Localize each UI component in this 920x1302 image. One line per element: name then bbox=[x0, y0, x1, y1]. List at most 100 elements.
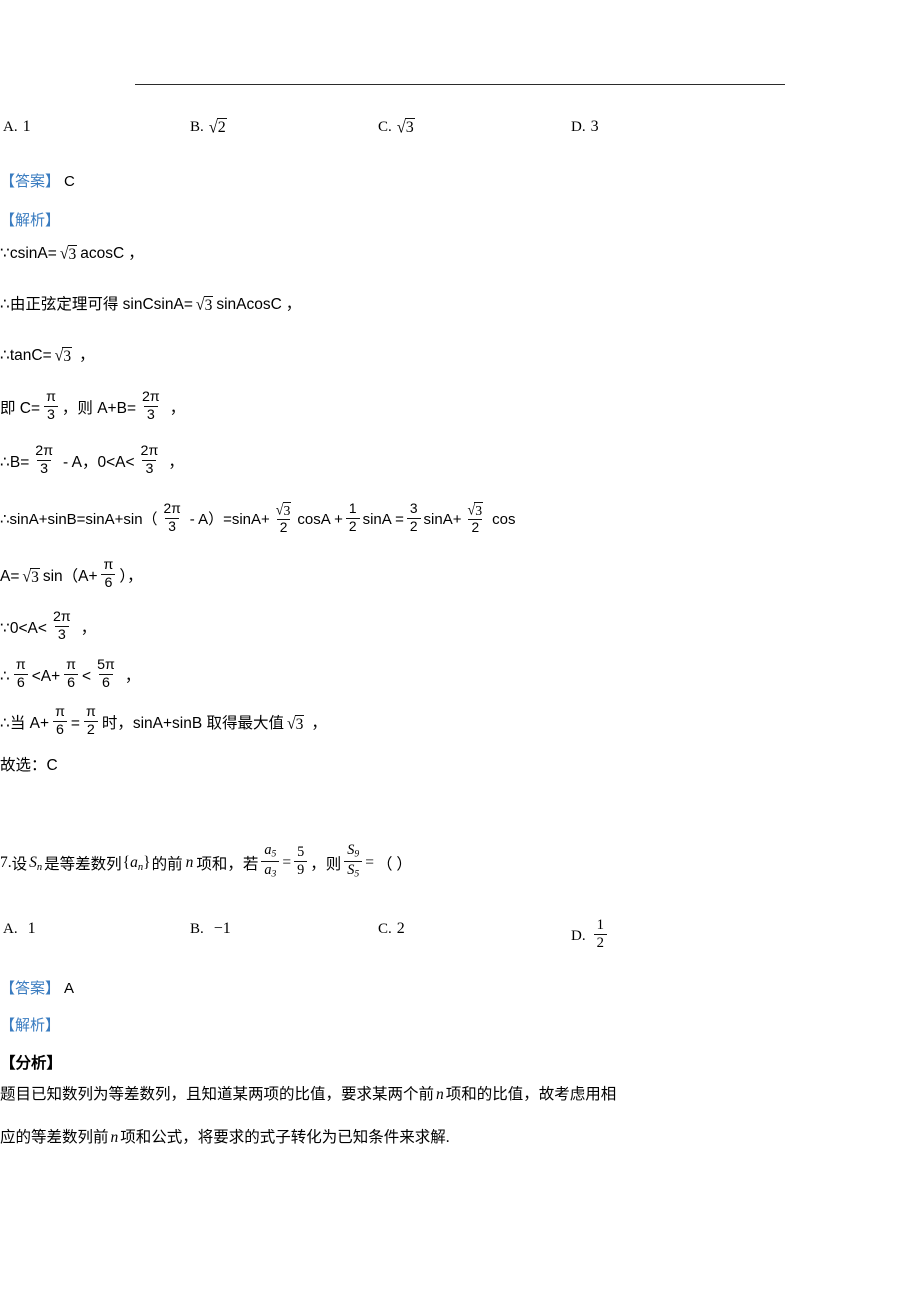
fraction-numerator: S9 bbox=[347, 841, 360, 860]
sqrt3-expression: √ 3 bbox=[59, 244, 78, 263]
question7-number: 7. bbox=[0, 854, 12, 872]
fraction-denominator: 3 bbox=[142, 459, 157, 477]
stem-text-c: 的前 bbox=[151, 856, 183, 874]
question7-answer-line: 【答案】 A bbox=[0, 977, 74, 998]
symbol-n: n bbox=[436, 1086, 444, 1103]
fraction-numerator: 2π bbox=[52, 608, 71, 625]
q7-option-b-label: B. bbox=[190, 920, 204, 937]
fraction-numerator: π bbox=[46, 388, 56, 405]
fraction-numerator: 2π bbox=[140, 442, 159, 459]
fraction-denominator: 6 bbox=[53, 720, 67, 738]
radical-sign-icon: √ bbox=[467, 501, 476, 519]
equals-sign-2: = bbox=[365, 854, 374, 872]
step6-text-a: ∴sinA+sinB=sinA+sin（ bbox=[0, 511, 158, 529]
answer-parens: （ ） bbox=[376, 856, 412, 874]
step9-text-a: ∴ bbox=[0, 667, 10, 685]
sqrt3-expression: √ 3 bbox=[275, 501, 292, 519]
fraction-numerator: 2π bbox=[142, 388, 160, 405]
fraction-3-over-2: 3 2 bbox=[406, 501, 421, 534]
step9-text-b: <A+ bbox=[31, 667, 61, 685]
fraction-2pi-over-3: 2π 3 bbox=[138, 442, 162, 477]
header-divider bbox=[135, 84, 785, 85]
step6-text-f: cos bbox=[492, 511, 516, 529]
option-d-value: 3 bbox=[590, 118, 599, 135]
option-c[interactable]: C. √ 3 bbox=[378, 118, 415, 136]
step2-text-a: ∴由正弦定理可得 sinCsinA= bbox=[0, 296, 193, 314]
step7-text-b: sin（A+ bbox=[42, 567, 98, 585]
step5-comma: ， bbox=[168, 453, 184, 471]
option-b-label: B. bbox=[190, 118, 204, 135]
stem-text-d: 项和，若 bbox=[196, 856, 259, 874]
fraction-5-over-9: 5 9 bbox=[294, 844, 308, 878]
solution-step-7: A= √ 3 sin（A+ π 6 ）， bbox=[0, 557, 143, 593]
symbol-n: n bbox=[185, 854, 194, 872]
fraction-1-over-2: 1 2 bbox=[593, 917, 607, 952]
solution-step-5: ∴B= 2π 3 - A，0<A< 2π 3 ， bbox=[0, 442, 184, 479]
q7-option-a[interactable]: A. 1 bbox=[3, 920, 36, 938]
fraction-denominator: 2 bbox=[593, 934, 607, 951]
sqrt3-expression: √ 3 bbox=[54, 346, 73, 365]
solution-step-1: ∵csinA= √ 3 acosC ， bbox=[0, 245, 144, 263]
step1-text-a: ∵csinA= bbox=[0, 245, 57, 263]
para-line2-text-b: 项和公式，将要求的式子转化为已知条件来求解. bbox=[120, 1129, 450, 1146]
fraction-numerator: 3 bbox=[409, 501, 418, 517]
fraction-denominator: 2 bbox=[345, 517, 360, 534]
q7-option-d[interactable]: D. 1 2 bbox=[571, 917, 610, 954]
fraction-denominator: 3 bbox=[143, 405, 158, 423]
fraction-pi-over-2: π 2 bbox=[83, 704, 99, 738]
radical-sign-icon: √ bbox=[59, 244, 69, 263]
fraction-denominator: S5 bbox=[344, 860, 363, 880]
equals-sign-1: = bbox=[282, 854, 292, 872]
solution-step-4: 即 C= π 3 ，则 A+B= 2π 3 ， bbox=[0, 388, 186, 425]
step7-text-c: ）， bbox=[119, 567, 143, 585]
sqrt3-expression: √ 3 bbox=[22, 567, 40, 586]
fraction-2pi-over-3: 2π 3 bbox=[32, 442, 56, 477]
solution-step-6: ∴sinA+sinB=sinA+sin（ 2π 3 - A）=sinA+ √ 3 … bbox=[0, 501, 516, 537]
question7-options-row: A. 1 B. −1 C. 2 D. 1 2 bbox=[0, 917, 650, 954]
step1-comma: ， bbox=[128, 245, 144, 263]
fraction-pi-over-6: π 6 bbox=[101, 557, 117, 591]
step4-text-b: ，则 A+B= bbox=[61, 399, 136, 417]
option-d[interactable]: D. 3 bbox=[571, 118, 599, 136]
fraction-numerator: 2π bbox=[35, 442, 54, 459]
fraction-denominator: 9 bbox=[294, 860, 308, 878]
fraction-denominator: 6 bbox=[101, 573, 116, 591]
fraction-denominator: 6 bbox=[13, 673, 28, 691]
fenxi-tag: 【分析】 bbox=[0, 1051, 62, 1073]
fraction-2pi-over-3: 2π 3 bbox=[50, 608, 74, 643]
solution-step-3: ∴tanC= √ 3 ， bbox=[0, 347, 95, 365]
stem-text-b: 是等差数列 bbox=[44, 856, 122, 874]
option-a-label: A. bbox=[3, 118, 18, 135]
step6-text-b: - A）=sinA+ bbox=[189, 511, 270, 529]
fraction-denominator: 3 bbox=[54, 625, 69, 643]
fraction-numerator: 1 bbox=[348, 501, 357, 517]
step7-text-a: A= bbox=[0, 567, 20, 585]
stem-text-a: 设 bbox=[11, 856, 28, 874]
q7-option-c[interactable]: C. 2 bbox=[378, 920, 405, 938]
option-b[interactable]: B. √ 2 bbox=[190, 118, 227, 136]
option-a-value: 1 bbox=[22, 118, 31, 135]
q7-option-a-value: 1 bbox=[27, 920, 36, 937]
q7-option-b[interactable]: B. −1 bbox=[190, 920, 231, 938]
step3-text-a: ∴tanC= bbox=[0, 347, 52, 365]
solution-step-10: ∴当 A+ π 6 = π 2 时，sinA+sinB 取得最大值 √ 3 ， bbox=[0, 704, 327, 740]
step4-comma: ， bbox=[169, 399, 186, 417]
fraction-1-over-2: 1 2 bbox=[345, 501, 360, 534]
fraction-pi-over-3: π 3 bbox=[43, 388, 59, 423]
option-c-label: C. bbox=[378, 118, 392, 135]
para-line1-text-a: 题目已知数列为等差数列，且知道某两项的比值，要求某两个前 bbox=[0, 1086, 435, 1103]
option-a[interactable]: A. 1 bbox=[3, 118, 31, 136]
step2-text-b: sinAcosC bbox=[216, 296, 282, 314]
fraction-denominator: 2 bbox=[468, 518, 483, 535]
radical-sign-icon: √ bbox=[396, 116, 406, 137]
radical-sign-icon: √ bbox=[195, 295, 205, 314]
step1-text-b: acosC bbox=[80, 245, 125, 263]
step9-comma: ， bbox=[124, 667, 141, 685]
fraction-sqrt3-over-2: √ 3 2 bbox=[464, 501, 486, 535]
step6-text-d: sinA = bbox=[362, 511, 404, 529]
radical-sign-icon: √ bbox=[275, 501, 284, 519]
solution-conclusion: 故选：C bbox=[0, 757, 58, 774]
document-page: A. 1 B. √ 2 C. √ 3 D. 3 【答案】 C 【解析】 ∵csinA= bbox=[0, 0, 920, 1302]
radical-sign-icon: √ bbox=[54, 346, 64, 365]
fraction-numerator: a5 bbox=[264, 841, 277, 860]
